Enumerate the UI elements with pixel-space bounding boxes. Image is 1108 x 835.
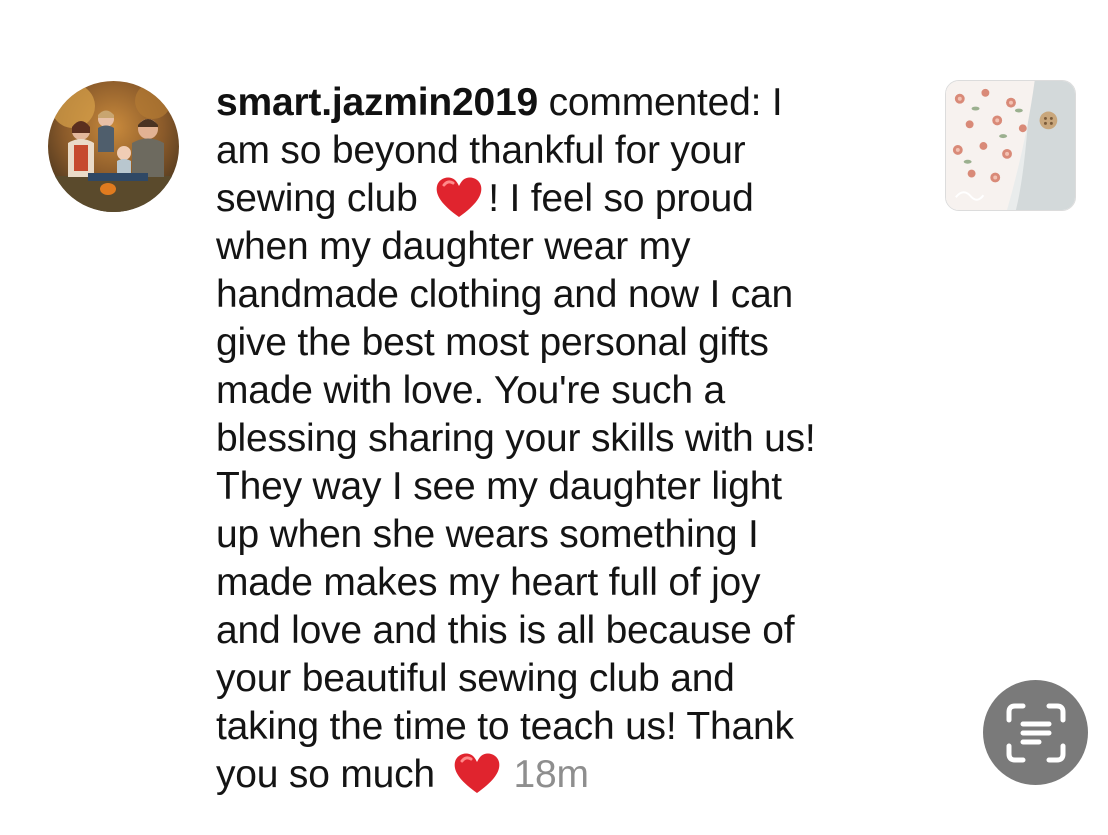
post-thumbnail[interactable] xyxy=(945,80,1076,211)
comment-line-7: made with love. You're such a xyxy=(216,369,725,412)
comment-line-9: They way I see my daughter light xyxy=(216,465,782,508)
comment-line-12: and love and this is all because of xyxy=(216,609,795,652)
avatar-photo-icon xyxy=(48,81,179,212)
comment-notification[interactable]: smart.jazmin2019 commented: I am so beyo… xyxy=(0,0,1108,835)
red-heart-icon xyxy=(452,751,502,795)
comment-line-14: taking the time to teach us! Thank xyxy=(216,705,794,748)
comment-text: smart.jazmin2019 commented: I am so beyo… xyxy=(216,79,916,799)
comment-line-3: sewing club ! I feel so proud xyxy=(216,175,916,223)
scan-text-icon xyxy=(1006,703,1065,762)
comment-line-4: when my daughter wear my xyxy=(216,225,691,268)
floral-fabric-thumbnail-icon xyxy=(946,81,1075,210)
live-text-scan-button[interactable] xyxy=(983,680,1088,785)
comment-line-11: made makes my heart full of joy xyxy=(216,561,761,604)
comment-segment: sewing club xyxy=(216,177,429,220)
comment-segment: ! I feel so proud xyxy=(488,177,754,220)
comment-line-5: handmade clothing and now I can xyxy=(216,273,794,316)
comment-line-6: give the best most personal gifts xyxy=(216,321,769,364)
comment-segment: you so much xyxy=(216,753,446,796)
username-link[interactable]: smart.jazmin2019 xyxy=(216,81,538,124)
comment-line-1: smart.jazmin2019 commented: I xyxy=(216,79,916,127)
comment-line-8: blessing sharing your skills with us! xyxy=(216,417,816,460)
comment-segment: commented: I xyxy=(537,81,783,124)
comment-line-15: you so much 18m xyxy=(216,751,916,799)
comment-line-2: am so beyond thankful for your xyxy=(216,129,746,172)
comment-line-13: your beautiful sewing club and xyxy=(216,657,735,700)
comment-timestamp: 18m xyxy=(513,753,589,796)
user-avatar[interactable] xyxy=(48,81,179,212)
red-heart-icon xyxy=(434,175,484,219)
comment-line-10: up when she wears something I xyxy=(216,513,759,556)
